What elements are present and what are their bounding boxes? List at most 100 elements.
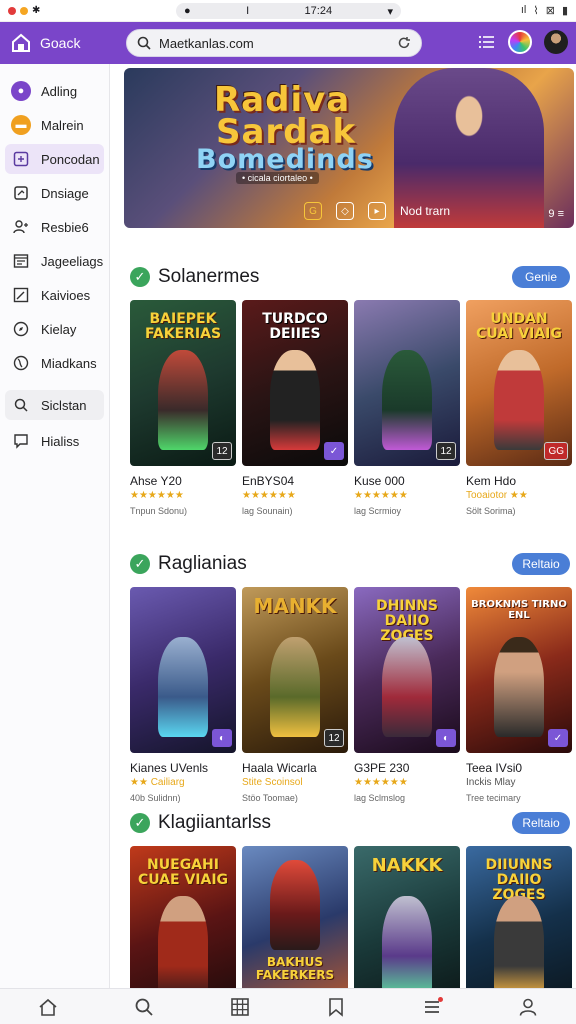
game-poster[interactable]: BAKHUS FAKERKERS (242, 846, 348, 988)
sidebar-item-kaivioes[interactable]: Kaivioes (5, 280, 104, 310)
poster-title: BAIEPEK FAKERIAS (144, 311, 222, 342)
section-klagiiantarlss: ✓ Klagiiantarlss Reltaio NUEGAHI CUAE VI… (130, 810, 576, 988)
menu-list-icon[interactable] (478, 33, 496, 51)
game-poster[interactable]: DIIUNNS DAIIO ZOGES ◐ (466, 846, 572, 988)
game-poster[interactable]: TURDCO DEIIES ✓ (242, 300, 348, 466)
nav-list-button[interactable] (416, 991, 448, 1023)
status-left: ✱ (8, 5, 40, 16)
sidebar-item-poncodan[interactable]: Poncodan (5, 144, 104, 174)
home-icon[interactable] (8, 30, 34, 56)
sidebar-item-malrein[interactable]: ▬ Malrein (5, 110, 104, 140)
game-card[interactable]: TURDCO DEIIES ✓ EnBYS04 ★★★★★★ lag Souna… (242, 300, 348, 516)
poster-figure (382, 896, 432, 988)
volume-icon: ⊠ (545, 5, 555, 17)
game-card[interactable]: 12 Kuse 000 ★★★★★★ lag Scrmioy (354, 300, 460, 516)
nav-profile-button[interactable] (512, 991, 544, 1023)
game-card[interactable]: BAKHUS FAKERKERS (242, 846, 348, 988)
search-input[interactable]: Maetkanlas.com (159, 36, 389, 51)
refresh-icon[interactable] (397, 36, 411, 50)
game-poster[interactable]: MANKK 12 (242, 587, 348, 753)
game-rating: ★★ Cailiarg (130, 777, 185, 788)
poster-figure (270, 637, 320, 737)
game-meta: lag Sclmslog (354, 793, 406, 803)
game-card[interactable]: BAIEPEK FAKERIAS 12 Ahse Y20 ★★★★★★ Tnpu… (130, 300, 236, 516)
game-poster[interactable]: ◐ (130, 587, 236, 753)
poster-figure (494, 896, 544, 988)
sidebar-item-label: Jageeliags (41, 253, 104, 269)
sidebar-item-label: Hialiss (41, 433, 80, 449)
game-card[interactable]: ◐ Kianes UVenls ★★ Cailiarg 40b Sulidnn) (130, 587, 236, 803)
game-meta: lag Scrmioy (354, 506, 402, 516)
poster-figure (494, 350, 544, 450)
section-header: ✓ Klagiiantarlss Reltaio (130, 810, 576, 836)
game-poster[interactable]: UNDAN CUAI VIAIG GG (466, 300, 572, 466)
status-pill-right-icon: ▾ (387, 5, 393, 18)
person-icon: ● (11, 81, 31, 101)
user-avatar[interactable] (544, 30, 568, 54)
check-icon: ✓ (130, 554, 150, 574)
verified-badge: ✓ (324, 442, 344, 460)
game-card[interactable]: UNDAN CUAI VIAIG GG Kem Hdo Tooaiotor ★★… (466, 300, 572, 516)
game-rating: ★★★★★★ (130, 490, 184, 501)
browser-globe-icon[interactable] (508, 30, 532, 54)
header-actions (478, 30, 568, 54)
hero-coin-icon[interactable]: G (304, 202, 322, 220)
sidebar-item-siclstan[interactable]: Siclstan (5, 390, 104, 420)
section-title: Solanermes (158, 266, 260, 287)
settings-icon: ✱ (32, 5, 41, 16)
section-title: Klagiiantarlss (158, 812, 271, 833)
game-name: Kuse 000 (354, 474, 405, 488)
sidebar-item-resbie6[interactable]: Resbie6 (5, 212, 104, 242)
poster-figure (382, 637, 432, 737)
nav-home-button[interactable] (32, 991, 64, 1023)
poster-figure (382, 350, 432, 450)
sidebar-item-hialiss[interactable]: Hialiss (5, 426, 104, 456)
sidebar-item-miadkans[interactable]: Miadkans (5, 348, 104, 378)
brand-label[interactable]: Goack (40, 35, 120, 51)
nav-bookmark-button[interactable] (320, 991, 352, 1023)
status-marker: I (246, 5, 250, 17)
hero-banner[interactable]: Radiva Sardak Bomedinds • cicala ciortal… (124, 68, 574, 228)
game-poster[interactable]: NUEGAHI CUAE VIAIG ✓ (130, 846, 236, 988)
game-poster[interactable]: BROKNMS TIRNO ENL ✓ (466, 587, 572, 753)
status-pill: ● I 17:24 ▾ (176, 3, 401, 19)
verified-badge: ✓ (548, 729, 568, 747)
game-poster[interactable]: DHINNS DAIIO ZOGES ◐ (354, 587, 460, 753)
sidebar-item-jageeliags[interactable]: Jageeliags (5, 246, 104, 276)
game-rating: ★★★★★★ (354, 777, 408, 788)
sidebar-item-adling[interactable]: ● Adling (5, 76, 104, 106)
age-badge: 12 (324, 729, 344, 747)
game-card[interactable]: NUEGAHI CUAE VIAIG ✓ (130, 846, 236, 988)
game-poster[interactable]: NAKKK R (354, 846, 460, 988)
game-card[interactable]: MANKK 12 Haala Wicarla Stite Scoinsol St… (242, 587, 348, 803)
sidebar-item-label: Adling (41, 83, 78, 99)
hero-play-icon[interactable]: ▸ (368, 202, 386, 220)
status-pill-left-icon: ● (184, 5, 191, 17)
hero-shield-icon[interactable]: ◇ (336, 202, 354, 220)
game-card[interactable]: DHINNS DAIIO ZOGES ◐ G3PE 230 ★★★★★★ lag… (354, 587, 460, 803)
section-action-button[interactable]: Genie (512, 266, 570, 288)
section-action-button[interactable]: Reltaio (512, 553, 570, 575)
sidebar-item-kielay[interactable]: Kielay (5, 314, 104, 344)
poster-figure (494, 637, 544, 737)
shield-badge: ◐ (212, 729, 232, 747)
nav-search-button[interactable] (128, 991, 160, 1023)
sidebar-item-dnsiage[interactable]: Dnsiage (5, 178, 104, 208)
poster-title: NAKKK (371, 855, 443, 876)
nav-grid-button[interactable] (224, 991, 256, 1023)
home-icon (39, 998, 57, 1016)
game-card[interactable]: NAKKK R (354, 846, 460, 988)
wifi-icon: ⌇ (533, 5, 539, 17)
compass-icon (11, 319, 31, 339)
game-meta: Tnpun Sdonu) (130, 506, 188, 516)
game-poster[interactable]: 12 (354, 300, 460, 466)
search-field[interactable]: Maetkanlas.com (126, 29, 422, 57)
sidebar-item-label: Kaivioes (41, 287, 91, 303)
hero-options[interactable]: 9 ≡ (548, 208, 564, 220)
game-meta: Tree tecimary (466, 793, 521, 803)
section-action-button[interactable]: Reltaio (512, 812, 570, 834)
shield-badge: ◐ (436, 729, 456, 747)
game-poster[interactable]: BAIEPEK FAKERIAS 12 (130, 300, 236, 466)
game-card[interactable]: DIIUNNS DAIIO ZOGES ◐ (466, 846, 572, 988)
game-card[interactable]: BROKNMS TIRNO ENL ✓ Teea IVsi0 Inckis Ml… (466, 587, 572, 803)
